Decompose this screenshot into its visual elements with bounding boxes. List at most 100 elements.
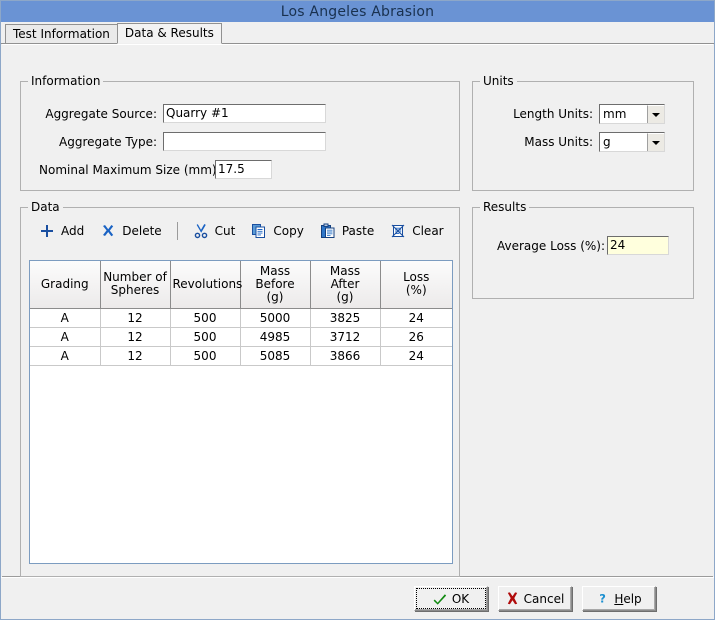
- help-mnemonic: H: [614, 592, 623, 606]
- cell-mass-after[interactable]: 3712: [310, 327, 380, 346]
- toolbar-separator: [177, 222, 178, 240]
- column-header-grading[interactable]: Grading: [30, 261, 100, 308]
- information-group: Information Aggregate Source: Quarry #1 …: [20, 81, 460, 191]
- average-loss-label: Average Loss (%):: [497, 239, 601, 253]
- cancel-button-label: Cancel: [524, 592, 565, 606]
- data-grid[interactable]: Grading Number of Spheres Revolutions Ma…: [29, 260, 453, 564]
- cell-loss: 26: [380, 327, 452, 346]
- column-header-spheres[interactable]: Number of Spheres: [100, 261, 170, 308]
- cell-mass-after[interactable]: 3825: [310, 308, 380, 327]
- question-mark-icon: ?: [596, 592, 609, 605]
- cell-grading[interactable]: A: [30, 327, 100, 346]
- add-button-label: Add: [61, 224, 84, 238]
- ok-button-label: OK: [452, 592, 469, 606]
- average-loss-row: Average Loss (%): 24: [497, 236, 669, 255]
- aggregate-source-input[interactable]: Quarry #1: [163, 104, 326, 123]
- dialog-window: Los Angeles Abrasion Test Information Da…: [0, 0, 715, 620]
- chevron-down-icon: [652, 141, 660, 145]
- column-header-mass-after[interactable]: Mass After (g): [310, 261, 380, 308]
- data-table: Grading Number of Spheres Revolutions Ma…: [30, 261, 452, 366]
- units-group-legend: Units: [480, 75, 517, 87]
- paste-button[interactable]: Paste: [312, 220, 382, 242]
- column-header-mass-before[interactable]: Mass Before (g): [240, 261, 310, 308]
- results-group: Results Average Loss (%): 24: [472, 207, 694, 299]
- aggregate-source-row: Aggregate Source: Quarry #1: [39, 104, 326, 123]
- results-group-legend: Results: [480, 201, 529, 213]
- help-rest: elp: [623, 592, 641, 606]
- cell-loss: 24: [380, 308, 452, 327]
- clear-button-label: Clear: [412, 224, 443, 238]
- title-bar: Los Angeles Abrasion: [1, 1, 714, 22]
- ok-button[interactable]: OK: [414, 586, 488, 611]
- help-button-label: Help: [614, 592, 641, 606]
- column-header-loss-label: Loss (%): [403, 270, 429, 297]
- table-header-row: Grading Number of Spheres Revolutions Ma…: [30, 261, 452, 308]
- column-header-mass-after-label: Mass After (g): [330, 264, 360, 304]
- cut-button-label: Cut: [215, 224, 236, 238]
- units-group: Units Length Units: mm Mass Units: g: [472, 81, 694, 191]
- cell-loss: 24: [380, 346, 452, 365]
- mass-units-select[interactable]: g: [599, 132, 665, 152]
- length-units-dropdown-button[interactable]: [647, 105, 664, 123]
- check-icon: [433, 592, 447, 606]
- column-header-loss[interactable]: Loss (%): [380, 261, 452, 308]
- mass-units-label: Mass Units:: [507, 135, 593, 149]
- nominal-max-size-row: Nominal Maximum Size (mm) 17.5: [39, 160, 272, 179]
- data-toolbar: Add Delete Cut: [31, 220, 452, 242]
- aggregate-source-label: Aggregate Source:: [39, 107, 157, 121]
- table-row[interactable]: A 12 500 4985 3712 26: [30, 327, 452, 346]
- table-row[interactable]: A 12 500 5085 3866 24: [30, 346, 452, 365]
- cell-spheres[interactable]: 12: [100, 308, 170, 327]
- mass-units-value: g: [600, 133, 647, 151]
- window-title: Los Angeles Abrasion: [281, 4, 434, 20]
- cell-mass-after[interactable]: 3866: [310, 346, 380, 365]
- mass-units-dropdown-button[interactable]: [647, 133, 664, 151]
- cell-grading[interactable]: A: [30, 308, 100, 327]
- length-units-select[interactable]: mm: [599, 104, 665, 124]
- svg-text:?: ?: [600, 592, 607, 605]
- tab-content-panel: Information Aggregate Source: Quarry #1 …: [2, 44, 713, 576]
- delete-button-label: Delete: [122, 224, 161, 238]
- cell-mass-before[interactable]: 5000: [240, 308, 310, 327]
- delete-button[interactable]: Delete: [92, 220, 169, 242]
- help-button[interactable]: ? Help: [582, 586, 656, 611]
- length-units-value: mm: [600, 105, 647, 123]
- column-header-revolutions[interactable]: Revolutions: [170, 261, 240, 308]
- aggregate-type-input[interactable]: [163, 132, 326, 151]
- data-group-legend: Data: [28, 201, 63, 213]
- tab-data-and-results[interactable]: Data & Results: [117, 23, 222, 44]
- copy-button[interactable]: Copy: [243, 220, 311, 242]
- tab-data-and-results-label: Data & Results: [125, 26, 214, 40]
- cell-revolutions[interactable]: 500: [170, 346, 240, 365]
- data-group: Data Add Delete: [20, 207, 460, 577]
- add-button[interactable]: Add: [31, 220, 92, 242]
- length-units-row: Length Units: mm: [507, 104, 665, 124]
- paste-icon: [320, 223, 336, 239]
- average-loss-value: 24: [607, 236, 669, 255]
- aggregate-type-label: Aggregate Type:: [39, 135, 157, 149]
- aggregate-type-row: Aggregate Type:: [39, 132, 326, 151]
- table-row[interactable]: A 12 500 5000 3825 24: [30, 308, 452, 327]
- cancel-button[interactable]: Cancel: [498, 586, 572, 611]
- dialog-button-bar: OK Cancel ? Help: [1, 577, 714, 619]
- cell-revolutions[interactable]: 500: [170, 327, 240, 346]
- nominal-max-size-input[interactable]: 17.5: [215, 160, 272, 179]
- tab-strip: Test Information Data & Results: [1, 22, 714, 44]
- length-units-label: Length Units:: [507, 107, 593, 121]
- tab-test-information-label: Test Information: [13, 27, 110, 41]
- clear-icon: [390, 223, 406, 239]
- paste-button-label: Paste: [342, 224, 374, 238]
- cell-mass-before[interactable]: 5085: [240, 346, 310, 365]
- clear-button[interactable]: Clear: [382, 220, 451, 242]
- cell-spheres[interactable]: 12: [100, 346, 170, 365]
- cell-revolutions[interactable]: 500: [170, 308, 240, 327]
- tab-test-information[interactable]: Test Information: [5, 24, 118, 43]
- column-header-grading-label: Grading: [41, 277, 89, 291]
- cell-grading[interactable]: A: [30, 346, 100, 365]
- cut-button[interactable]: Cut: [185, 220, 244, 242]
- plus-icon: [39, 223, 55, 239]
- scissors-icon: [193, 223, 209, 239]
- column-header-mass-before-label: Mass Before (g): [255, 264, 294, 304]
- cell-mass-before[interactable]: 4985: [240, 327, 310, 346]
- cell-spheres[interactable]: 12: [100, 327, 170, 346]
